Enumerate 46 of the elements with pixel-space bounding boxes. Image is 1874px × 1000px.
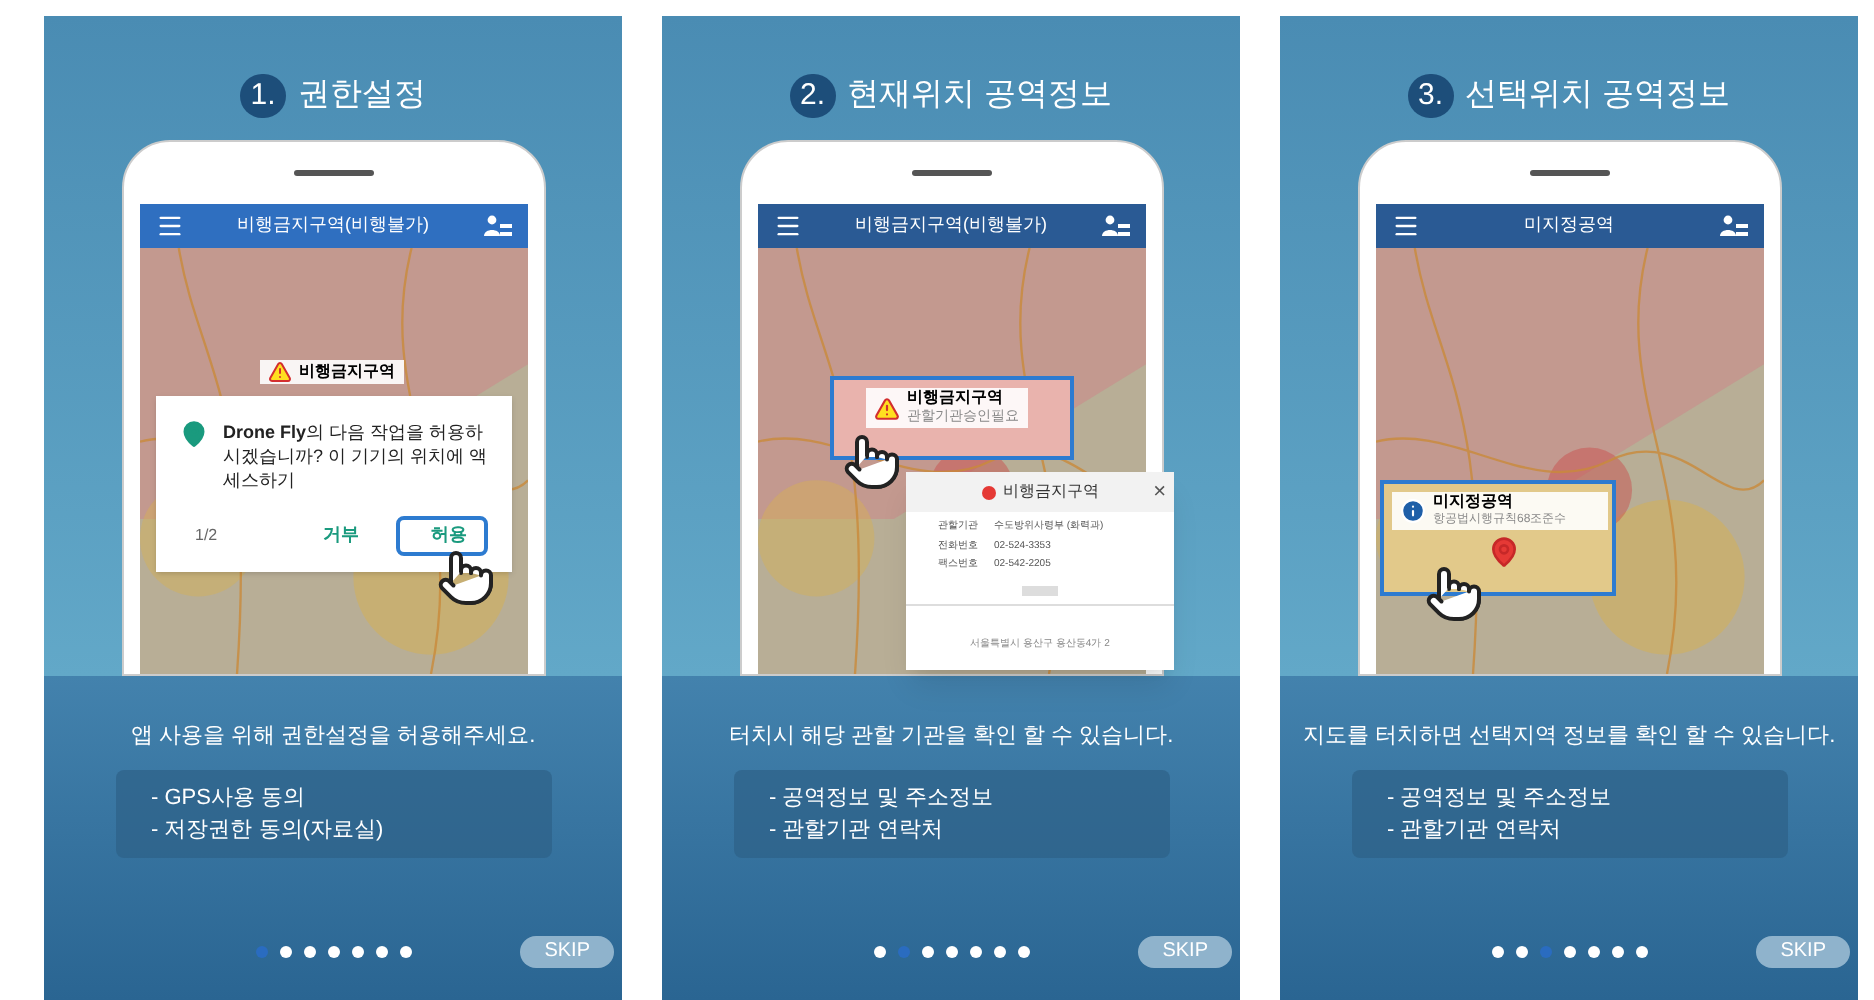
skip-button[interactable]: SKIP xyxy=(1756,936,1850,968)
phone-speaker xyxy=(293,170,373,176)
dialog-button[interactable]: 거부 xyxy=(303,516,379,555)
step-number: 2. xyxy=(790,74,836,118)
bullet-item: - 저장권한 동의(자료실) xyxy=(151,815,386,845)
step-title: 현재위치 공역정보 xyxy=(847,76,1112,116)
user-list-icon[interactable] xyxy=(1719,214,1747,238)
phone-speaker xyxy=(911,170,991,176)
bullet-item: - GPS사용 동의 xyxy=(151,783,308,813)
location-pin-icon xyxy=(179,420,207,448)
map-pin-icon xyxy=(1487,536,1519,568)
bullet-item: - 관할기관 연락처 xyxy=(769,815,945,845)
menu-icon[interactable] xyxy=(773,212,801,240)
callout-title: 비행금지구역 xyxy=(907,388,1005,408)
step-title: 선택위치 공역정보 xyxy=(1465,76,1730,116)
warning-icon xyxy=(267,360,291,384)
bullet-item: - 공역정보 및 주소정보 xyxy=(1387,783,1613,813)
bullet-item: - 관할기관 연락처 xyxy=(1387,815,1563,845)
app-bar-title: 미지정공역 xyxy=(1522,212,1616,239)
skip-button[interactable]: SKIP xyxy=(1138,936,1232,968)
app-bar-title: 비행금지구역(비행불가) xyxy=(235,212,431,239)
callout-title: 미지정공역 xyxy=(1433,492,1515,512)
step-title: 권한설정 xyxy=(297,76,426,116)
step-number: 1. xyxy=(240,74,286,118)
hand-pointer-icon xyxy=(841,432,901,492)
menu-icon[interactable] xyxy=(1391,212,1419,240)
dialog-message: Drone Fly의 다음 작업을 허용하시겠습니까? 이 기기의 위치에 액세스하기 xyxy=(223,420,487,492)
description: 지도를 터치하면 선택지역 정보를 확인 할 수 있습니다. xyxy=(1302,722,1836,752)
warning-icon xyxy=(873,395,899,421)
step-number: 3. xyxy=(1408,74,1454,118)
description: 터치시 해당 관할 기관을 확인 할 수 있습니다. xyxy=(728,722,1174,752)
user-list-icon[interactable] xyxy=(1101,214,1129,238)
description: 앱 사용을 위해 권한설정을 허용해주세요. xyxy=(130,722,536,752)
hand-pointer-icon xyxy=(1423,564,1483,624)
dialog-button[interactable]: 허용 xyxy=(395,516,487,555)
dialog-counter: 1/2 xyxy=(195,523,218,548)
user-list-icon[interactable] xyxy=(483,214,511,238)
card-title: 비행금지구역 xyxy=(1003,480,1099,504)
phone-speaker xyxy=(1529,170,1609,176)
skip-button[interactable]: SKIP xyxy=(520,936,614,968)
bullet-item: - 공역정보 및 주소정보 xyxy=(769,783,995,813)
callout-title: 비행금지구역 xyxy=(299,360,395,384)
info-icon xyxy=(1399,498,1425,524)
close-button[interactable]: × xyxy=(1153,481,1166,503)
app-bar-title: 비행금지구역(비행불가) xyxy=(853,212,1049,239)
menu-icon[interactable] xyxy=(155,212,183,240)
